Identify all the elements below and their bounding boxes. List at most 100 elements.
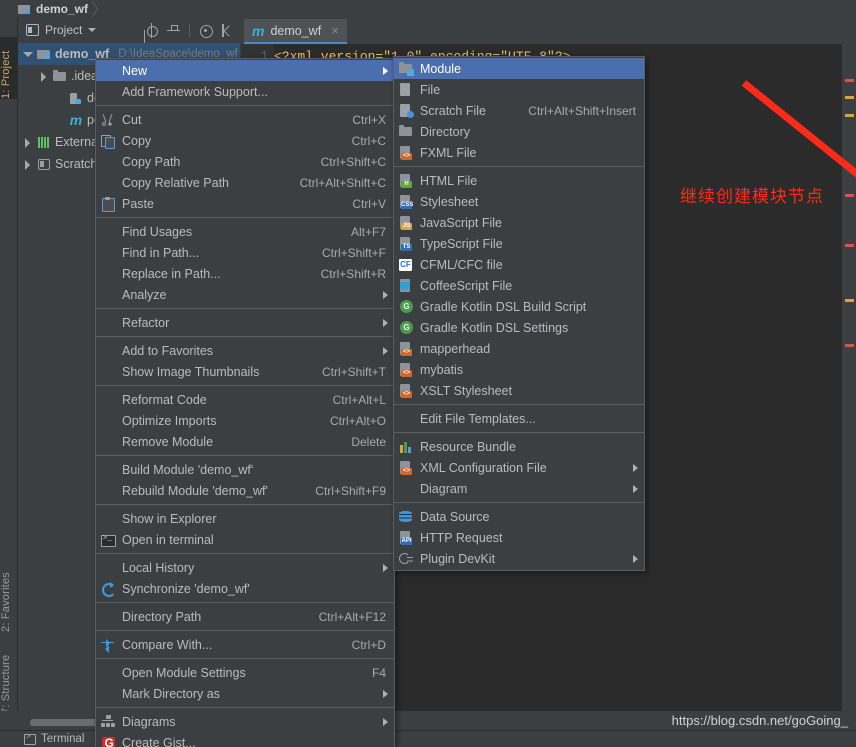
- menu-item-directory[interactable]: Directory: [394, 121, 644, 142]
- maven-icon: m: [252, 22, 265, 39]
- menu-item-diagrams[interactable]: Diagrams: [96, 711, 394, 732]
- no-icon: [101, 610, 116, 624]
- module-folder-icon: [399, 62, 414, 76]
- xml-file-icon: <>: [399, 342, 414, 356]
- menu-item-local-history[interactable]: Local History: [96, 557, 394, 578]
- menu-item-shortcut: Ctrl+X: [352, 112, 386, 127]
- menu-item-label: Replace in Path...: [122, 266, 221, 281]
- error-marker[interactable]: [845, 344, 854, 347]
- menu-item-cut[interactable]: Cut Ctrl+X: [96, 109, 394, 130]
- no-icon: [101, 64, 116, 78]
- chevron-right-icon[interactable]: [38, 71, 49, 82]
- menu-item-typescript-file[interactable]: TS TypeScript File: [394, 233, 644, 254]
- no-icon: [101, 344, 116, 358]
- chevron-down-icon[interactable]: [22, 49, 33, 60]
- menu-item-fxml-file[interactable]: <> FXML File: [394, 142, 644, 163]
- context-menu[interactable]: New Add Framework Support... Cut Ctrl+X Copy…: [95, 58, 395, 747]
- menu-item-synchronize-demo-wf[interactable]: Synchronize 'demo_wf': [96, 578, 394, 599]
- menu-item-paste[interactable]: Paste Ctrl+V: [96, 193, 394, 214]
- warning-marker[interactable]: [845, 299, 854, 302]
- menu-item-copy[interactable]: Copy Ctrl+C: [96, 130, 394, 151]
- menu-item-stylesheet[interactable]: CSS Stylesheet: [394, 191, 644, 212]
- chevron-right-icon: [633, 484, 638, 493]
- menu-separator: [394, 166, 644, 167]
- menu-item-html-file[interactable]: H HTML File: [394, 170, 644, 191]
- hide-panel-icon[interactable]: [221, 23, 234, 37]
- menu-item-create-gist[interactable]: Create Gist...: [96, 732, 394, 747]
- menu-item-gradle-kotlin-dsl-settings[interactable]: G Gradle Kotlin DSL Settings: [394, 317, 644, 338]
- chevron-right-icon[interactable]: [22, 137, 33, 148]
- collapse-all-icon[interactable]: [167, 24, 180, 37]
- menu-item-directory-path[interactable]: Directory Path Ctrl+Alt+F12: [96, 606, 394, 627]
- menu-item-find-in-path[interactable]: Find in Path... Ctrl+Shift+F: [96, 242, 394, 263]
- menu-item-data-source[interactable]: Data Source: [394, 506, 644, 527]
- menu-item-diagram[interactable]: Diagram: [394, 478, 644, 499]
- gear-icon[interactable]: [199, 24, 213, 38]
- menu-separator: [394, 404, 644, 405]
- menu-item-build-module-demo-wf[interactable]: Build Module 'demo_wf': [96, 459, 394, 480]
- menu-item-cfml-cfc-file[interactable]: CF CFML/CFC file: [394, 254, 644, 275]
- no-icon: [399, 412, 414, 426]
- sidebar-tab-structure[interactable]: 7: Structure: [0, 642, 18, 714]
- menu-item-new[interactable]: New: [96, 60, 394, 81]
- menu-item-file[interactable]: File: [394, 79, 644, 100]
- sidebar-tab-favorites[interactable]: 2: Favorites: [0, 562, 18, 632]
- menu-item-replace-in-path[interactable]: Replace in Path... Ctrl+Shift+R: [96, 263, 394, 284]
- menu-item-rebuild-module-demo-wf[interactable]: Rebuild Module 'demo_wf' Ctrl+Shift+F9: [96, 480, 394, 501]
- menu-item-copy-path[interactable]: Copy Path Ctrl+Shift+C: [96, 151, 394, 172]
- breadcrumb[interactable]: demo_wf: [18, 0, 88, 17]
- menu-separator: [96, 455, 394, 456]
- menu-item-compare-with[interactable]: Compare With... Ctrl+D: [96, 634, 394, 655]
- menu-item-resource-bundle[interactable]: Resource Bundle: [394, 436, 644, 457]
- menu-item-label: TypeScript File: [420, 236, 503, 251]
- menu-item-xslt-stylesheet[interactable]: <> XSLT Stylesheet: [394, 380, 644, 401]
- menu-item-optimize-imports[interactable]: Optimize Imports Ctrl+Alt+O: [96, 410, 394, 431]
- menu-item-xml-configuration-file[interactable]: <> XML Configuration File: [394, 457, 644, 478]
- project-view-selector[interactable]: Project: [18, 23, 97, 37]
- menu-item-mapperhead[interactable]: <> mapperhead: [394, 338, 644, 359]
- menu-item-edit-file-templates[interactable]: Edit File Templates...: [394, 408, 644, 429]
- menu-separator: [96, 602, 394, 603]
- menu-item-open-module-settings[interactable]: Open Module Settings F4: [96, 662, 394, 683]
- editor-tab-demo-wf[interactable]: m demo_wf ×: [244, 19, 347, 44]
- menu-item-show-in-explorer[interactable]: Show in Explorer: [96, 508, 394, 529]
- bottom-tab-label: Terminal: [41, 733, 85, 745]
- menu-item-shortcut: Ctrl+Alt+O: [329, 413, 386, 428]
- menu-item-label: Refactor: [122, 315, 170, 330]
- menu-item-label: Edit File Templates...: [420, 411, 536, 426]
- menu-item-remove-module[interactable]: Remove Module Delete: [96, 431, 394, 452]
- chevron-right-icon[interactable]: [22, 159, 33, 170]
- menu-item-show-image-thumbnails[interactable]: Show Image Thumbnails Ctrl+Shift+T: [96, 361, 394, 382]
- menu-item-module[interactable]: Module: [394, 58, 644, 79]
- menu-item-javascript-file[interactable]: JS JavaScript File: [394, 212, 644, 233]
- fxml-file-icon: <>: [399, 146, 414, 160]
- menu-item-mybatis[interactable]: <> mybatis: [394, 359, 644, 380]
- menu-item-label: Analyze: [122, 287, 167, 302]
- menu-item-coffeescript-file[interactable]: CoffeeScript File: [394, 275, 644, 296]
- menu-item-gradle-kotlin-dsl-build-script[interactable]: G Gradle Kotlin DSL Build Script: [394, 296, 644, 317]
- bottom-tab-terminal[interactable]: Terminal: [18, 732, 90, 745]
- menu-item-plugin-devkit[interactable]: Plugin DevKit: [394, 548, 644, 569]
- sidebar-tab-project[interactable]: 1: Project: [0, 37, 18, 99]
- project-title-label: Project: [45, 23, 83, 37]
- menu-item-reformat-code[interactable]: Reformat Code Ctrl+Alt+L: [96, 389, 394, 410]
- locate-icon[interactable]: [145, 22, 158, 38]
- menu-item-add-to-favorites[interactable]: Add to Favorites: [96, 340, 394, 361]
- scratch-file-icon: [399, 104, 414, 118]
- close-icon[interactable]: ×: [331, 23, 339, 38]
- menu-item-label: HTML File: [420, 173, 478, 188]
- chevron-down-icon[interactable]: [88, 28, 97, 32]
- menu-item-refactor[interactable]: Refactor: [96, 312, 394, 333]
- new-submenu[interactable]: Module File Scratch File Ctrl+Alt+Shift+Ins…: [393, 56, 645, 571]
- menu-item-label: JavaScript File: [420, 215, 502, 230]
- menu-item-open-in-terminal[interactable]: Open in terminal: [96, 529, 394, 550]
- menu-item-analyze[interactable]: Analyze: [96, 284, 394, 305]
- menu-item-find-usages[interactable]: Find Usages Alt+F7: [96, 221, 394, 242]
- no-icon: [101, 463, 116, 477]
- http-request-icon: API: [399, 531, 414, 545]
- menu-item-mark-directory-as[interactable]: Mark Directory as: [96, 683, 394, 704]
- menu-item-add-framework-support[interactable]: Add Framework Support...: [96, 81, 394, 102]
- menu-item-copy-relative-path[interactable]: Copy Relative Path Ctrl+Alt+Shift+C: [96, 172, 394, 193]
- menu-item-http-request[interactable]: API HTTP Request: [394, 527, 644, 548]
- menu-item-scratch-file[interactable]: Scratch File Ctrl+Alt+Shift+Insert: [394, 100, 644, 121]
